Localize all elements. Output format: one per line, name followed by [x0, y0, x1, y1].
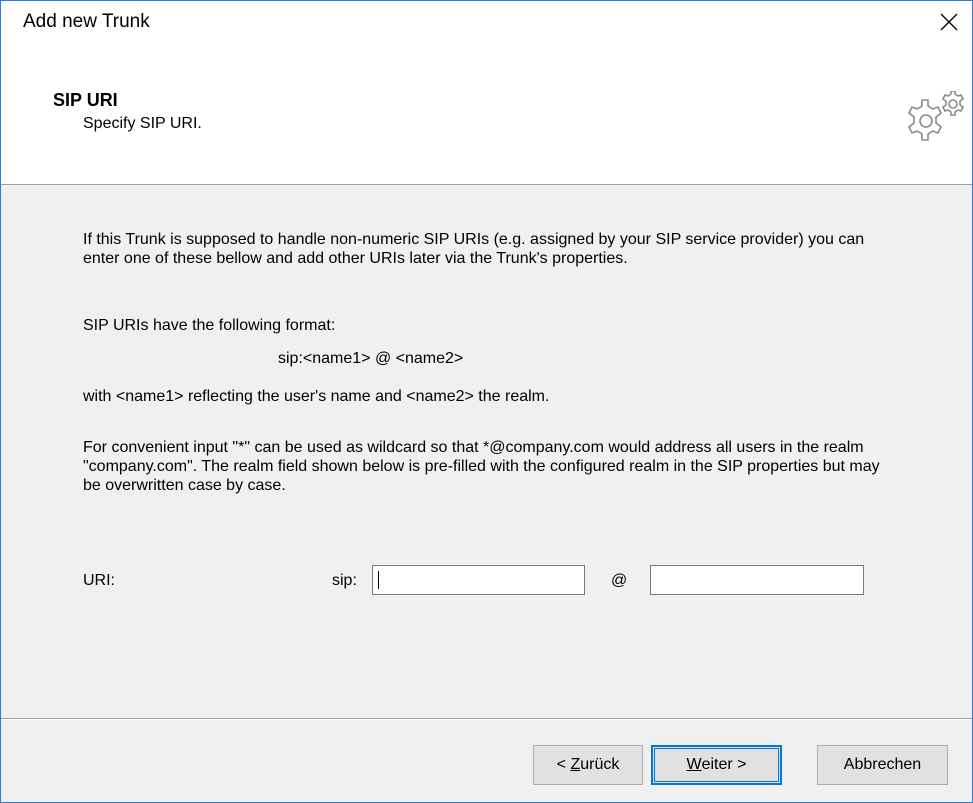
format-intro: SIP URIs have the following format: [83, 317, 336, 334]
page-subtitle: Specify SIP URI. [83, 115, 202, 132]
uri-label: URI: [83, 572, 115, 589]
wizard-content: If this Trunk is supposed to handle non-… [1, 185, 972, 718]
next-button-accelerator: W [686, 756, 702, 773]
text-caret [378, 571, 379, 589]
at-sign-label: @ [611, 572, 628, 589]
cancel-button[interactable]: Abbrechen [817, 745, 948, 785]
title-bar: Add new Trunk [1, 1, 972, 43]
next-button[interactable]: Weiter > [651, 745, 782, 785]
back-button-accelerator: Z [570, 756, 581, 773]
format-example: sip:<name1> @ <name2> [278, 350, 464, 367]
uri-realm-input[interactable] [650, 565, 864, 595]
close-icon [940, 13, 958, 31]
intro-paragraph: If this Trunk is supposed to handle non-… [83, 231, 865, 267]
uri-name-input[interactable] [372, 565, 585, 595]
dialog-window: Add new Trunk SIP URI Specify SIP URI. I… [0, 0, 973, 803]
next-button-label: eiter > [701, 756, 747, 773]
wizard-header: SIP URI Specify SIP URI. [1, 43, 972, 185]
page-title: SIP URI [53, 90, 118, 110]
back-button-label: urück [580, 756, 620, 773]
window-title: Add new Trunk [23, 11, 150, 32]
footer-divider-highlight [1, 719, 972, 720]
sip-prefix-label: sip: [332, 572, 357, 589]
format-explanation: with <name1> reflecting the user's name … [83, 388, 550, 405]
wildcard-paragraph: For convenient input "*" can be used as … [83, 439, 880, 494]
back-button[interactable]: < Zurück [533, 745, 643, 785]
back-button-prefix: < [556, 756, 571, 773]
gears-icon [907, 91, 965, 141]
close-button[interactable] [926, 1, 972, 43]
